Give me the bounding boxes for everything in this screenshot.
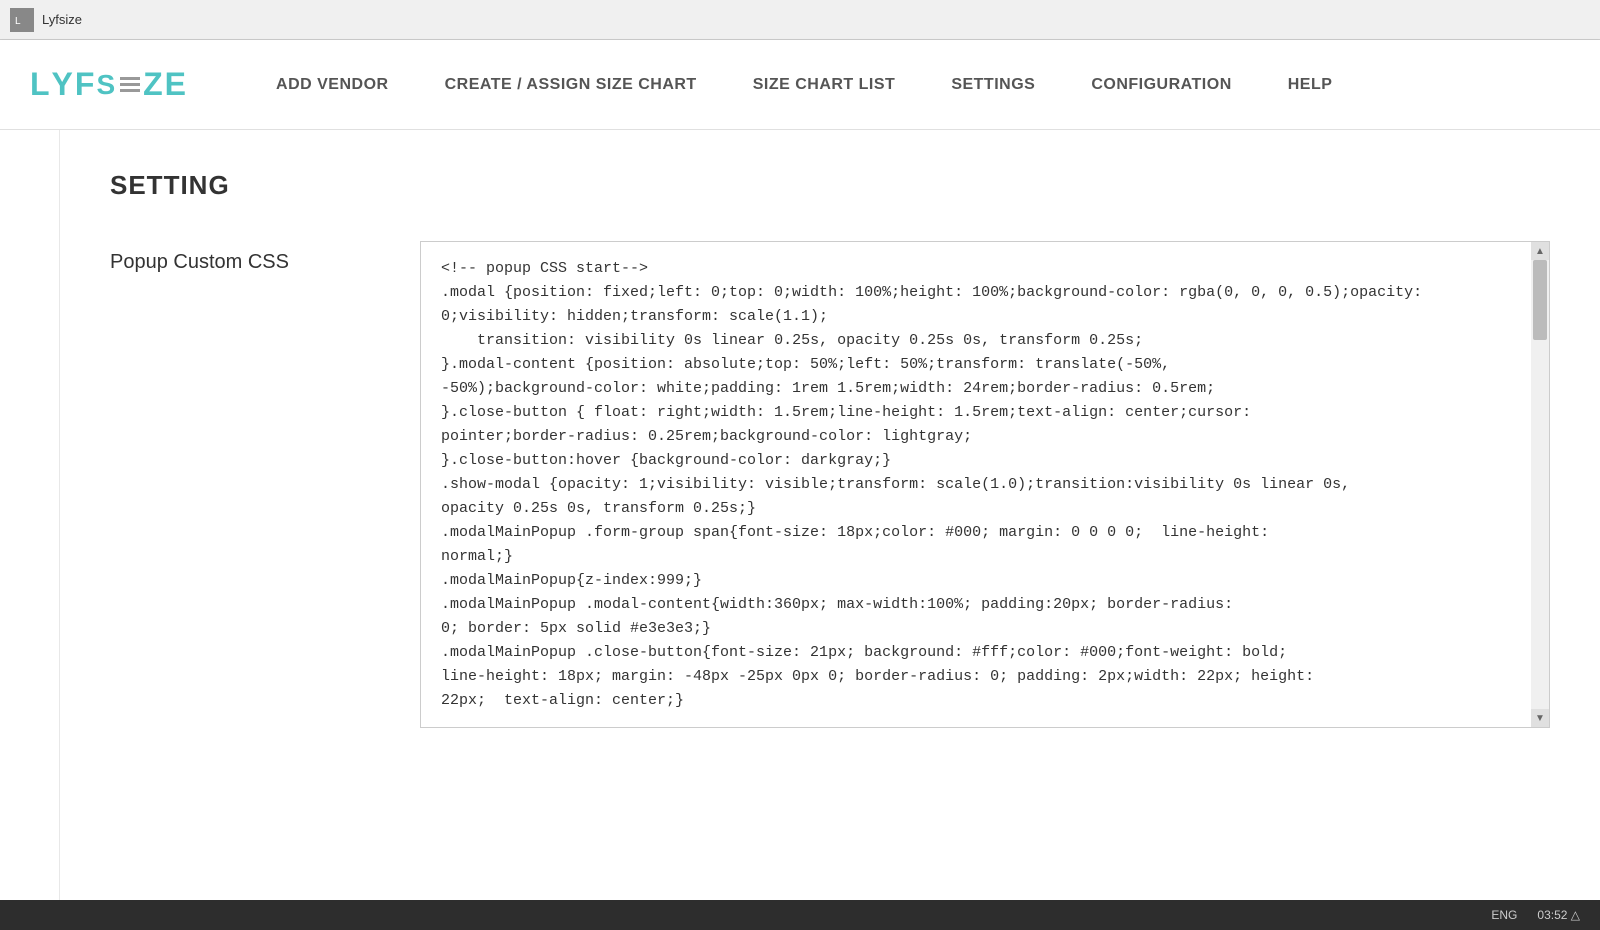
logo-lines-icon (120, 77, 140, 92)
css-textarea[interactable]: <!-- popup CSS start--> .modal {position… (421, 242, 1549, 722)
scroll-up-arrow[interactable]: ▲ (1531, 242, 1549, 260)
scrollbar[interactable]: ▲ ▼ (1531, 242, 1549, 727)
nav-bar: L Y F S Z E ADD VENDOR CREATE / ASSIGN S… (0, 40, 1600, 130)
nav-size-chart-list[interactable]: SIZE CHART LIST (725, 76, 924, 94)
logo-letter-y: Y (52, 66, 75, 103)
nav-links: ADD VENDOR CREATE / ASSIGN SIZE CHART SI… (248, 76, 1570, 94)
logo-letter-e: E (165, 66, 188, 103)
nav-help[interactable]: HELP (1260, 76, 1361, 94)
logo-letter-l: L (30, 66, 52, 103)
logo[interactable]: L Y F S Z E (30, 66, 188, 103)
scroll-track (1531, 260, 1549, 709)
left-sidebar (0, 130, 60, 900)
title-bar-text: Lyfsize (42, 12, 82, 27)
nav-settings[interactable]: SETTINGS (923, 76, 1063, 94)
main-content: SETTING Popup Custom CSS <!-- popup CSS … (0, 130, 1600, 900)
nav-add-vendor[interactable]: ADD VENDOR (248, 76, 417, 94)
bottom-bar-lang: ENG (1491, 908, 1517, 922)
content-area: SETTING Popup Custom CSS <!-- popup CSS … (60, 130, 1600, 900)
title-bar: L Lyfsize (0, 0, 1600, 40)
logo-letter-z: Z (143, 66, 165, 103)
svg-text:L: L (15, 16, 21, 27)
nav-create-assign[interactable]: CREATE / ASSIGN SIZE CHART (417, 76, 725, 94)
logo-letter-f: F (75, 66, 97, 103)
form-row-popup-css: Popup Custom CSS <!-- popup CSS start-->… (110, 241, 1550, 728)
scroll-down-arrow[interactable]: ▼ (1531, 709, 1549, 727)
scroll-thumb[interactable] (1533, 260, 1547, 340)
css-textarea-container: <!-- popup CSS start--> .modal {position… (420, 241, 1550, 728)
logo-letter-s: S (96, 69, 117, 101)
bottom-bar-time: 03:52 △ (1537, 908, 1580, 922)
popup-css-label: Popup Custom CSS (110, 241, 390, 274)
app-icon: L (10, 8, 34, 32)
bottom-bar: ENG 03:52 △ (0, 900, 1600, 930)
nav-configuration[interactable]: CONFIGURATION (1063, 76, 1259, 94)
setting-title: SETTING (110, 170, 1550, 201)
